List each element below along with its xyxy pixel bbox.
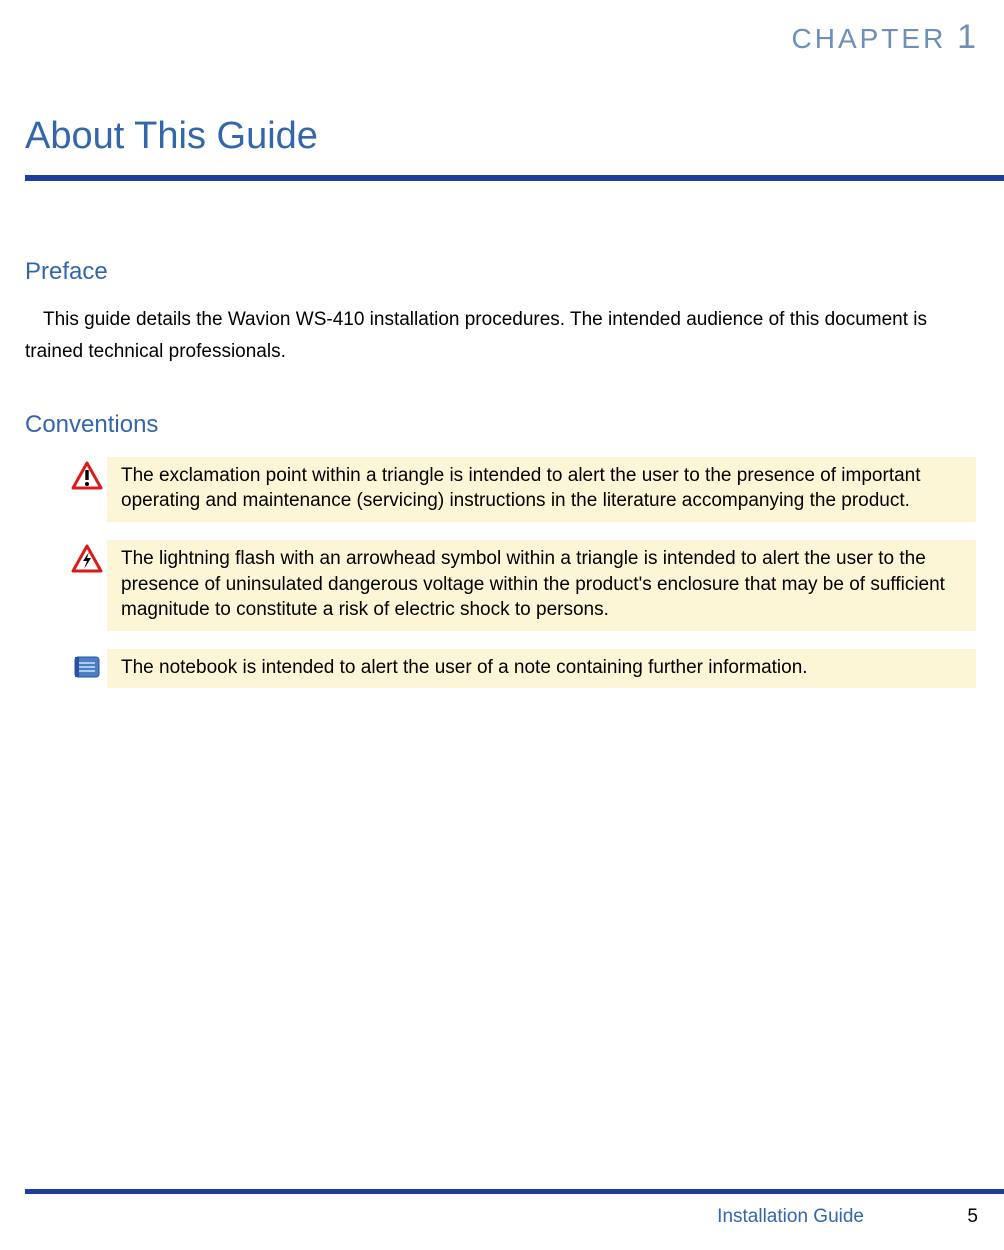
- notice-row: The notebook is intended to alert the us…: [67, 649, 976, 689]
- page-title: About This Guide: [25, 115, 318, 158]
- footer-rule: [25, 1189, 1004, 1194]
- notice-row: The exclamation point within a triangle …: [67, 457, 976, 522]
- title-rule: [25, 175, 1004, 181]
- exclamation-triangle-icon: [67, 457, 107, 491]
- lightning-triangle-icon: [67, 540, 107, 574]
- notebook-icon: [67, 649, 107, 681]
- chapter-label: CHAPTER 1: [792, 18, 977, 57]
- chapter-number: 1: [957, 18, 976, 56]
- footer-title: Installation Guide: [717, 1206, 864, 1228]
- conventions-heading: Conventions: [25, 411, 976, 439]
- notice-row: The lightning flash with an arrowhead sy…: [67, 540, 976, 631]
- notice-text: The notebook is intended to alert the us…: [107, 649, 976, 689]
- content-area: Preface This guide details the Wavion WS…: [25, 220, 976, 706]
- notice-text: The exclamation point within a triangle …: [107, 457, 976, 522]
- page-number: 5: [967, 1206, 978, 1228]
- preface-heading: Preface: [25, 258, 976, 286]
- chapter-text: CHAPTER: [792, 23, 947, 54]
- preface-body: This guide details the Wavion WS-410 ins…: [25, 304, 976, 369]
- notice-text: The lightning flash with an arrowhead sy…: [107, 540, 976, 631]
